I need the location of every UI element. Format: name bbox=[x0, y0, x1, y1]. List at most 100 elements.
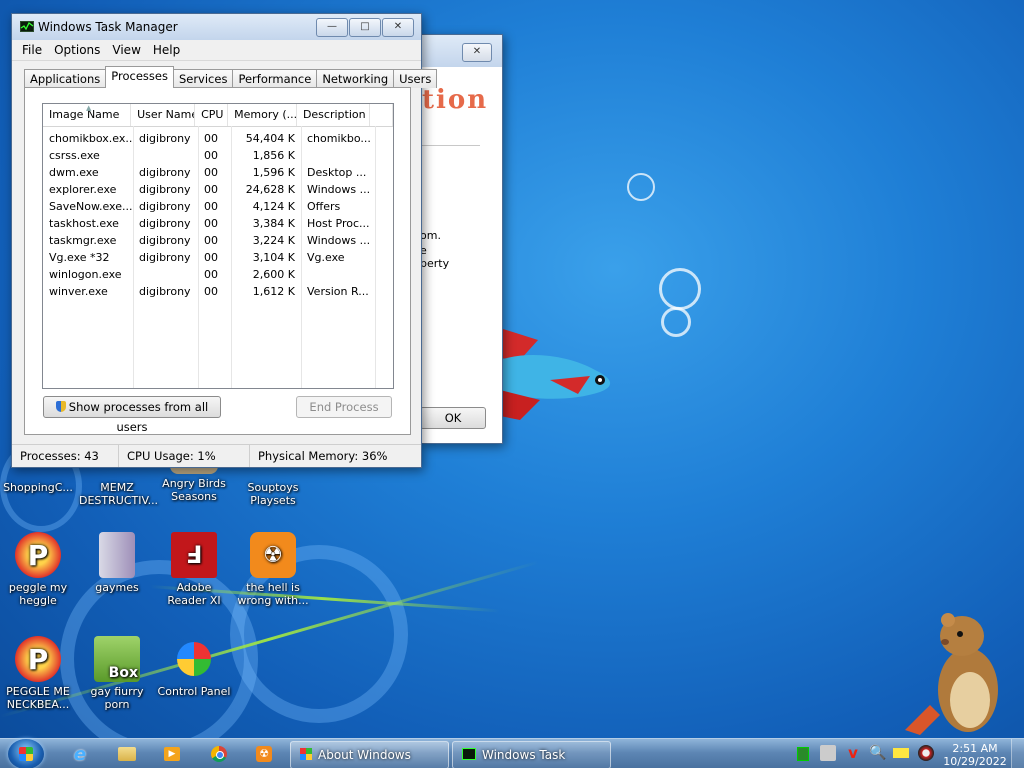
desktop-icon-adobe-reader[interactable]: Ⅎ Adobe Reader XI bbox=[156, 532, 232, 607]
process-description: Windows ... bbox=[307, 234, 371, 247]
maximize-button[interactable]: □ bbox=[349, 18, 381, 37]
process-row[interactable]: taskhost.exe digibrony 00 3,384 K Host Proc.… bbox=[43, 215, 393, 232]
column-divider bbox=[301, 126, 302, 388]
tab-services[interactable]: Services bbox=[172, 69, 234, 88]
windows-logo-icon bbox=[19, 747, 33, 761]
process-cpu: 00 bbox=[204, 166, 218, 179]
process-image-name: dwm.exe bbox=[49, 166, 99, 179]
tray-app-icon[interactable] bbox=[797, 747, 809, 761]
menu-view[interactable]: View bbox=[106, 43, 146, 57]
tray-app-icon[interactable] bbox=[918, 745, 934, 761]
about-ok-button[interactable]: OK bbox=[420, 407, 486, 429]
process-row[interactable]: taskmgr.exe digibrony 00 3,224 K Windows ... bbox=[43, 232, 393, 249]
column-divider bbox=[198, 126, 199, 388]
tab-users[interactable]: Users bbox=[393, 69, 438, 88]
tray-v-icon[interactable]: v bbox=[845, 745, 861, 761]
process-list[interactable]: Image Name User Name CPU Memory (... Des… bbox=[42, 103, 394, 389]
process-row[interactable]: csrss.exe 00 1,856 K bbox=[43, 147, 393, 164]
process-memory: 3,104 K bbox=[252, 251, 295, 264]
process-cpu: 00 bbox=[204, 251, 218, 264]
about-text-line: perty bbox=[420, 257, 450, 270]
process-user-name: digibrony bbox=[139, 217, 191, 230]
menu-bar: File Options View Help bbox=[12, 40, 421, 61]
folder-icon bbox=[99, 532, 135, 578]
quicklaunch-media-player[interactable]: ▶ bbox=[158, 742, 186, 766]
desktop-icon-label: gaymes bbox=[95, 581, 139, 594]
about-close-button[interactable]: ✕ bbox=[462, 43, 492, 62]
tray-note-icon[interactable] bbox=[893, 748, 909, 758]
process-row[interactable]: dwm.exe digibrony 00 1,596 K Desktop ... bbox=[43, 164, 393, 181]
process-row[interactable]: explorer.exe digibrony 00 24,628 K Windows .… bbox=[43, 181, 393, 198]
close-button[interactable]: ✕ bbox=[382, 18, 414, 37]
about-text-line: om. bbox=[420, 229, 441, 242]
clock[interactable]: 2:51 AM 10/29/2022 bbox=[940, 742, 1010, 768]
background-bubble bbox=[659, 268, 701, 310]
show-desktop-button[interactable] bbox=[1011, 739, 1024, 768]
peggle-icon: P bbox=[15, 636, 61, 682]
menu-file[interactable]: File bbox=[16, 43, 48, 57]
process-image-name: SaveNow.exe... bbox=[49, 200, 133, 213]
process-memory: 54,404 K bbox=[245, 132, 295, 145]
minimize-button[interactable]: — bbox=[316, 18, 348, 37]
process-row[interactable]: winlogon.exe 00 2,600 K bbox=[43, 266, 393, 283]
process-row[interactable]: Vg.exe *32 digibrony 00 3,104 K Vg.exe bbox=[43, 249, 393, 266]
column-memory[interactable]: Memory (... bbox=[228, 104, 297, 126]
process-description: Vg.exe bbox=[307, 251, 345, 264]
desktop-icon-peggle-me[interactable]: P PEGGLE ME NECKBEA... bbox=[0, 636, 76, 711]
desktop-icon-label: Control Panel bbox=[157, 685, 231, 698]
process-memory: 2,600 K bbox=[252, 268, 295, 281]
about-windows-window[interactable]: ✕ tion om. e perty OK bbox=[420, 34, 503, 444]
process-memory: 3,224 K bbox=[252, 234, 295, 247]
process-description: chomikbo... bbox=[307, 132, 371, 145]
desktop-icon-box[interactable]: Box gay fiurry porn bbox=[79, 636, 155, 711]
desktop-icon-uc-browser[interactable]: ☢ the hell is wrong with... bbox=[235, 532, 311, 607]
end-process-button[interactable]: End Process bbox=[296, 396, 392, 418]
process-user-name: digibrony bbox=[139, 132, 191, 145]
column-description[interactable]: Description bbox=[297, 104, 370, 126]
taskbar-about-windows[interactable]: About Windows bbox=[290, 741, 449, 768]
taskbar: e ▶ ☢ About Windows Windows Task Mana...… bbox=[0, 738, 1024, 768]
show-all-processes-button[interactable]: Show processes from all users bbox=[43, 396, 221, 434]
tray-app-icon[interactable] bbox=[820, 745, 836, 761]
desktop-icon-gaymes[interactable]: gaymes bbox=[79, 532, 155, 594]
tab-applications[interactable]: Applications bbox=[24, 69, 107, 88]
desktop-icon-peggle-my-heggle[interactable]: P peggle my heggle bbox=[0, 532, 76, 607]
menu-options[interactable]: Options bbox=[48, 43, 106, 57]
column-divider bbox=[375, 126, 376, 388]
quicklaunch-internet-explorer[interactable]: e bbox=[66, 742, 94, 766]
desktop-icon-control-panel[interactable]: Control Panel bbox=[156, 636, 232, 698]
menu-help[interactable]: Help bbox=[147, 43, 186, 57]
task-manager-titlebar[interactable]: Windows Task Manager — □ ✕ bbox=[12, 14, 421, 40]
folder-icon bbox=[118, 747, 136, 761]
task-manager-icon bbox=[20, 21, 34, 32]
process-user-name: digibrony bbox=[139, 183, 191, 196]
process-row[interactable]: chomikbox.ex... digibrony 00 54,404 K chomik… bbox=[43, 130, 393, 147]
fish-wallpaper-image bbox=[500, 328, 611, 420]
desktop-icon-label: MEMZ DESTRUCTIV... bbox=[79, 481, 159, 507]
process-cpu: 00 bbox=[204, 285, 218, 298]
process-image-name: taskmgr.exe bbox=[49, 234, 117, 247]
column-user-name[interactable]: User Name bbox=[131, 104, 196, 126]
about-window-titlebar[interactable]: ✕ bbox=[420, 35, 502, 67]
tab-networking[interactable]: Networking bbox=[316, 69, 395, 88]
process-image-name: winlogon.exe bbox=[49, 268, 122, 281]
process-cpu: 00 bbox=[204, 200, 218, 213]
quicklaunch-explorer[interactable] bbox=[113, 742, 141, 766]
uc-browser-icon: ☢ bbox=[250, 532, 296, 578]
process-description bbox=[301, 147, 375, 164]
process-row[interactable]: winver.exe digibrony 00 1,612 K Version R... bbox=[43, 283, 393, 300]
column-divider bbox=[231, 126, 232, 388]
task-manager-window[interactable]: Windows Task Manager — □ ✕ File Options … bbox=[11, 13, 438, 468]
process-description: Offers bbox=[307, 200, 341, 213]
desktop: ShoppingC... MEMZ DESTRUCTIV... Angry Bi… bbox=[0, 0, 1024, 768]
process-row[interactable]: SaveNow.exe... digibrony 00 4,124 K Offers bbox=[43, 198, 393, 215]
taskbar-task-manager[interactable]: Windows Task Mana... bbox=[452, 741, 611, 768]
tab-performance[interactable]: Performance bbox=[232, 69, 318, 88]
start-button[interactable] bbox=[8, 739, 44, 768]
quicklaunch-uc-browser[interactable]: ☢ bbox=[250, 742, 278, 766]
sort-arrow-icon: ▲ bbox=[86, 104, 92, 112]
quicklaunch-chrome[interactable] bbox=[205, 742, 233, 766]
tab-processes[interactable]: Processes bbox=[105, 66, 174, 88]
column-cpu[interactable]: CPU bbox=[195, 104, 229, 126]
tray-search-icon[interactable]: 🔍 bbox=[869, 745, 886, 761]
